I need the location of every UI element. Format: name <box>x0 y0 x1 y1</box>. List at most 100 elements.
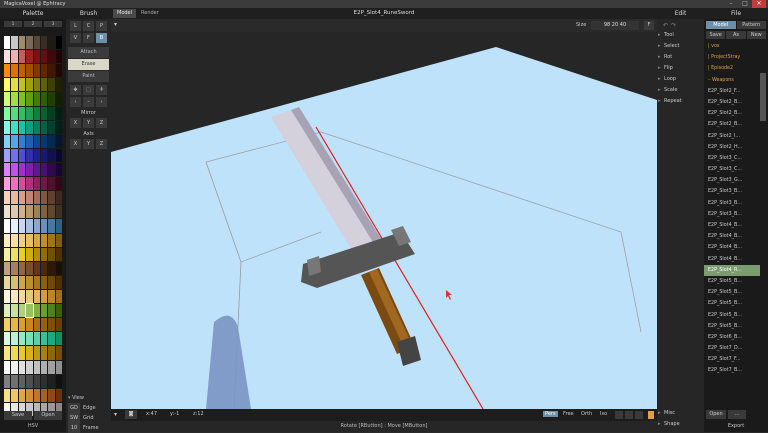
color-swatch[interactable] <box>40 191 48 205</box>
file-item[interactable]: E2P_Slot2_B... <box>704 108 760 119</box>
color-swatch[interactable] <box>33 205 40 219</box>
color-swatch[interactable] <box>40 50 48 64</box>
color-swatch[interactable] <box>55 36 62 50</box>
color-swatch[interactable] <box>11 346 18 360</box>
menu-icon[interactable]: ▾ <box>114 411 117 418</box>
color-swatch[interactable] <box>48 191 55 205</box>
color-swatch[interactable] <box>18 346 26 360</box>
color-swatch[interactable] <box>4 92 11 106</box>
color-swatch[interactable] <box>55 191 62 205</box>
grid-key[interactable]: SW <box>68 413 80 423</box>
color-swatch[interactable] <box>33 261 40 275</box>
new-button[interactable]: New <box>746 31 766 39</box>
file-item[interactable]: E2P_Slot3_B... <box>704 209 760 220</box>
color-swatch[interactable] <box>18 233 26 247</box>
color-swatch[interactable] <box>18 191 26 205</box>
file-item[interactable]: E2P_Slot3_G... <box>704 175 760 186</box>
color-swatch[interactable] <box>11 191 18 205</box>
file-item[interactable]: E2P_Slot2_B... <box>704 97 760 108</box>
color-swatch[interactable] <box>4 346 11 360</box>
tool-select[interactable]: Select <box>657 41 704 52</box>
color-swatch[interactable] <box>18 247 26 261</box>
color-swatch[interactable] <box>4 78 11 92</box>
folder-item[interactable]: | Episode2 <box>704 63 760 74</box>
color-swatch[interactable] <box>40 64 48 78</box>
color-swatch[interactable] <box>48 50 55 64</box>
move-icon[interactable]: ✥ <box>70 85 81 95</box>
folder-item[interactable]: | ProjectStray <box>704 52 760 63</box>
file-item[interactable]: E2P_Slot5_B... <box>704 287 760 298</box>
color-swatch[interactable] <box>33 360 40 374</box>
color-swatch[interactable] <box>11 304 18 318</box>
color-swatch[interactable] <box>33 177 40 191</box>
brush-type-c[interactable]: C <box>83 21 94 31</box>
color-swatch[interactable] <box>4 388 11 402</box>
color-swatch[interactable] <box>33 275 40 289</box>
tab-model-files[interactable]: Model <box>706 21 736 29</box>
color-swatch[interactable] <box>18 318 26 332</box>
color-swatch[interactable] <box>48 120 55 134</box>
color-swatch[interactable] <box>40 162 48 177</box>
palette-tab-2[interactable]: 2 <box>24 21 42 27</box>
redo-icon[interactable]: ↷ <box>671 22 676 29</box>
color-swatch[interactable] <box>40 233 48 247</box>
palette-open-button[interactable]: Open <box>34 411 62 420</box>
color-swatch[interactable] <box>26 162 33 177</box>
color-swatch[interactable] <box>40 388 48 402</box>
color-swatch[interactable] <box>26 388 33 402</box>
grid-view-icon[interactable] <box>615 411 623 419</box>
color-swatch[interactable] <box>4 120 11 134</box>
minimize-button[interactable]: – <box>724 0 738 8</box>
color-swatch[interactable] <box>48 388 55 402</box>
color-swatch[interactable] <box>33 346 40 360</box>
color-swatch[interactable] <box>11 275 18 289</box>
color-swatch[interactable] <box>40 205 48 219</box>
color-swatch[interactable] <box>33 219 40 233</box>
color-swatch[interactable] <box>18 275 26 289</box>
color-swatch[interactable] <box>48 374 55 388</box>
file-item[interactable]: E2P_Slot4_B... <box>704 231 760 242</box>
color-swatch[interactable] <box>11 36 18 50</box>
view-orth[interactable]: Orth <box>581 411 592 417</box>
file-item[interactable]: E2P_Slot5_B... <box>704 321 760 332</box>
color-swatch[interactable] <box>33 36 40 50</box>
color-swatch[interactable] <box>26 120 33 134</box>
color-swatch[interactable] <box>18 50 26 64</box>
color-swatch[interactable] <box>48 78 55 92</box>
color-swatch[interactable] <box>4 134 11 148</box>
color-swatch[interactable] <box>40 120 48 134</box>
color-swatch[interactable] <box>48 219 55 233</box>
file-item[interactable]: E2P_Slot3_B... <box>704 186 760 197</box>
color-swatch[interactable] <box>18 289 26 304</box>
color-swatch[interactable] <box>18 205 26 219</box>
color-swatch[interactable] <box>48 332 55 346</box>
fill-button[interactable]: F <box>644 21 654 30</box>
color-swatch[interactable] <box>18 64 26 78</box>
color-swatch[interactable] <box>55 346 62 360</box>
color-swatch[interactable] <box>18 360 26 374</box>
color-swatch[interactable] <box>11 92 18 106</box>
color-swatch[interactable] <box>33 318 40 332</box>
mirror-z[interactable]: Z <box>96 118 107 128</box>
color-swatch[interactable] <box>33 332 40 346</box>
color-swatch[interactable] <box>11 332 18 346</box>
color-swatch[interactable] <box>33 50 40 64</box>
color-swatch[interactable] <box>26 205 33 219</box>
color-swatch[interactable] <box>48 36 55 50</box>
color-swatch[interactable] <box>40 275 48 289</box>
color-swatch[interactable] <box>11 50 18 64</box>
viewport-menu-icon[interactable]: ▾ <box>114 21 117 28</box>
color-swatch[interactable] <box>55 64 62 78</box>
frame-view-icon[interactable] <box>625 411 633 419</box>
color-swatch[interactable] <box>40 289 48 304</box>
color-swatch[interactable] <box>55 289 62 304</box>
color-swatch[interactable] <box>11 64 18 78</box>
color-swatch[interactable] <box>55 374 62 388</box>
color-swatch[interactable] <box>26 106 33 120</box>
color-swatch[interactable] <box>18 148 26 162</box>
color-swatch[interactable] <box>40 346 48 360</box>
color-swatch[interactable] <box>11 289 18 304</box>
color-swatch[interactable] <box>33 64 40 78</box>
color-swatch[interactable] <box>11 247 18 261</box>
color-swatch[interactable] <box>26 289 33 304</box>
